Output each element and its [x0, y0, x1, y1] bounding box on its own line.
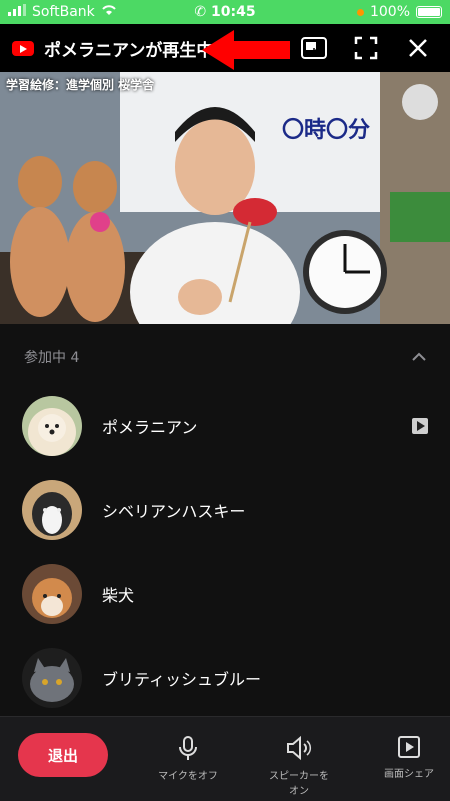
wifi-icon — [101, 4, 117, 20]
participant-row[interactable]: ポメラニアン — [0, 384, 450, 468]
picture-in-picture-icon — [301, 37, 327, 59]
participant-row[interactable]: 柴犬 — [0, 552, 450, 636]
watch-together-header: ポメラニアンが再生中 — [0, 24, 450, 72]
participants-list: ポメラニアン シベリアンハスキー 柴犬 ブリティッシュブルー — [0, 384, 450, 720]
screen-share-button[interactable]: 画面シェア — [364, 735, 450, 780]
participants-header[interactable]: 参加中 4 — [0, 340, 450, 374]
status-bar: SoftBank ✆ 10:45 100% — [0, 0, 450, 24]
video-frame — [0, 72, 450, 324]
whiteboard-text: 〇時〇分 — [282, 118, 371, 143]
participant-name: ブリティッシュブルー — [102, 670, 262, 689]
chevron-up-icon — [412, 352, 426, 361]
header-title: ポメラニアンが再生中 — [44, 40, 214, 61]
speaker-icon — [287, 735, 312, 761]
participant-row[interactable]: シベリアンハスキー — [0, 468, 450, 552]
speaker-toggle-button[interactable]: スピーカーを オン — [254, 735, 344, 797]
phone-icon: ✆ — [194, 4, 207, 20]
avatar — [22, 396, 82, 456]
signal-icon — [8, 4, 26, 20]
red-arrow-annotation — [202, 30, 290, 70]
microphone-icon — [179, 736, 197, 760]
mic-toggle-button[interactable]: マイクをオフ — [143, 735, 233, 782]
avatar — [22, 648, 82, 708]
mic-toggle-label: マイクをオフ — [158, 771, 218, 782]
bottom-toolbar: 退出 マイクをオフ スピーカーを オン 画面シェア — [0, 716, 450, 801]
battery-percent: 100% — [369, 4, 410, 20]
carrier-label: SoftBank — [32, 4, 95, 20]
pip-button[interactable] — [300, 34, 328, 62]
speaker-toggle-label: スピーカーを オン — [269, 771, 329, 797]
close-button[interactable] — [404, 34, 432, 62]
participant-name: シベリアンハスキー — [102, 502, 246, 521]
screen-share-icon — [398, 736, 420, 758]
youtube-icon — [12, 40, 34, 56]
video-player[interactable]: 学習絵修：進学個別 桜学舎 〇時〇分 — [0, 72, 450, 324]
fullscreen-button[interactable] — [352, 34, 380, 62]
leave-button[interactable]: 退出 — [18, 733, 108, 777]
status-time: 10:45 — [211, 4, 256, 20]
avatar — [22, 480, 82, 540]
close-icon — [409, 39, 427, 57]
battery-icon — [416, 6, 442, 18]
avatar — [22, 564, 82, 624]
now-playing-icon — [412, 418, 428, 434]
participant-row[interactable]: ブリティッシュブルー — [0, 636, 450, 720]
participant-name: ポメラニアン — [102, 418, 198, 437]
participant-name: 柴犬 — [102, 586, 135, 605]
fullscreen-icon — [354, 36, 378, 60]
recording-dot-icon — [356, 8, 364, 16]
screen-share-label: 画面シェア — [384, 769, 434, 780]
video-watermark: 学習絵修：進学個別 桜学舎 — [6, 78, 155, 92]
participants-count: 参加中 4 — [24, 350, 80, 366]
